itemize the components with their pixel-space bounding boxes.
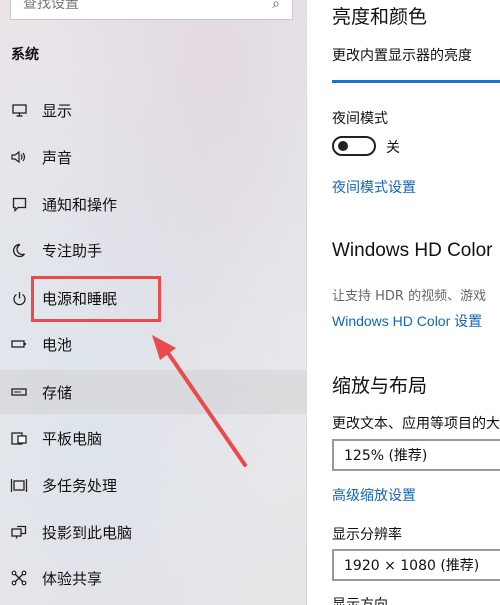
orientation-label: 显示方向 — [332, 597, 388, 605]
toggle-knob — [338, 141, 348, 151]
scale-dropdown[interactable]: 125% (推荐) — [332, 439, 500, 471]
brightness-heading: 亮度和颜色 — [332, 6, 428, 28]
hdr-settings-link[interactable]: Windows HD Color 设置 — [332, 311, 482, 331]
battery-icon — [10, 335, 28, 353]
night-mode-toggle[interactable] — [332, 136, 376, 156]
sidebar-item-storage[interactable]: 存储 — [0, 370, 306, 414]
night-mode-state: 关 — [386, 140, 400, 156]
section-title: 系统 — [11, 47, 39, 63]
sidebar-item-battery[interactable]: 电池 — [0, 324, 306, 364]
sidebar-item-display[interactable]: 显示 — [0, 90, 306, 130]
power-icon — [10, 289, 28, 307]
search-input[interactable] — [23, 0, 243, 12]
project-icon — [10, 523, 28, 541]
notification-icon — [10, 195, 28, 213]
hdr-description: 让支持 HDR 的视频、游戏 — [332, 289, 487, 304]
share-icon — [10, 569, 28, 587]
advanced-scaling-link[interactable]: 高级缩放设置 — [332, 485, 416, 505]
hdr-heading: Windows HD Color — [332, 240, 493, 261]
sidebar-item-focus-assist[interactable]: 专注助手 — [0, 230, 306, 270]
sidebar-item-label: 专注助手 — [42, 241, 103, 260]
brightness-slider[interactable] — [332, 80, 500, 83]
brightness-label: 更改内置显示器的亮度 — [332, 48, 472, 64]
settings-main-panel: 亮度和颜色 更改内置显示器的亮度 夜间模式 关 夜间模式设置 Windows H… — [308, 0, 500, 605]
resolution-dropdown[interactable]: 1920 × 1080 (推荐) — [332, 549, 500, 581]
sidebar-item-label: 平板电脑 — [42, 429, 103, 448]
sidebar-item-notifications[interactable]: 通知和操作 — [0, 184, 306, 224]
settings-sidebar: ⌕ 系统 显示 声音 通知和操作 专注助手 电源和睡眠 电 — [0, 0, 307, 605]
moon-icon — [10, 241, 28, 259]
sidebar-item-label: 存储 — [42, 383, 73, 402]
monitor-icon — [10, 101, 28, 119]
sidebar-item-label: 显示 — [42, 101, 73, 120]
sidebar-item-label: 通知和操作 — [42, 195, 118, 214]
night-mode-settings-link[interactable]: 夜间模式设置 — [332, 177, 416, 197]
sidebar-item-sound[interactable]: 声音 — [0, 137, 306, 177]
resolution-label: 显示分辨率 — [332, 527, 402, 543]
sidebar-item-label: 投影到此电脑 — [42, 523, 133, 542]
sidebar-item-multitasking[interactable]: 多任务处理 — [0, 465, 306, 505]
multitask-icon — [10, 476, 28, 494]
sidebar-item-project-to-pc[interactable]: 投影到此电脑 — [0, 512, 306, 552]
search-icon[interactable]: ⌕ — [272, 0, 280, 12]
search-box[interactable]: ⌕ — [10, 0, 293, 20]
sidebar-item-tablet[interactable]: 平板电脑 — [0, 418, 306, 458]
storage-icon — [10, 383, 28, 401]
annotation-highlight-box — [31, 276, 161, 322]
night-mode-label: 夜间模式 — [332, 111, 388, 127]
tablet-icon — [10, 429, 28, 447]
scale-label: 更改文本、应用等项目的大 — [332, 416, 500, 432]
sidebar-item-label: 体验共享 — [42, 569, 103, 588]
sidebar-item-label: 多任务处理 — [42, 476, 118, 495]
sidebar-item-shared-experiences[interactable]: 体验共享 — [0, 558, 306, 598]
sidebar-item-label: 声音 — [42, 148, 73, 167]
sidebar-item-label: 电池 — [42, 335, 73, 354]
scale-layout-heading: 缩放与布局 — [332, 375, 428, 397]
speaker-icon — [10, 148, 28, 166]
